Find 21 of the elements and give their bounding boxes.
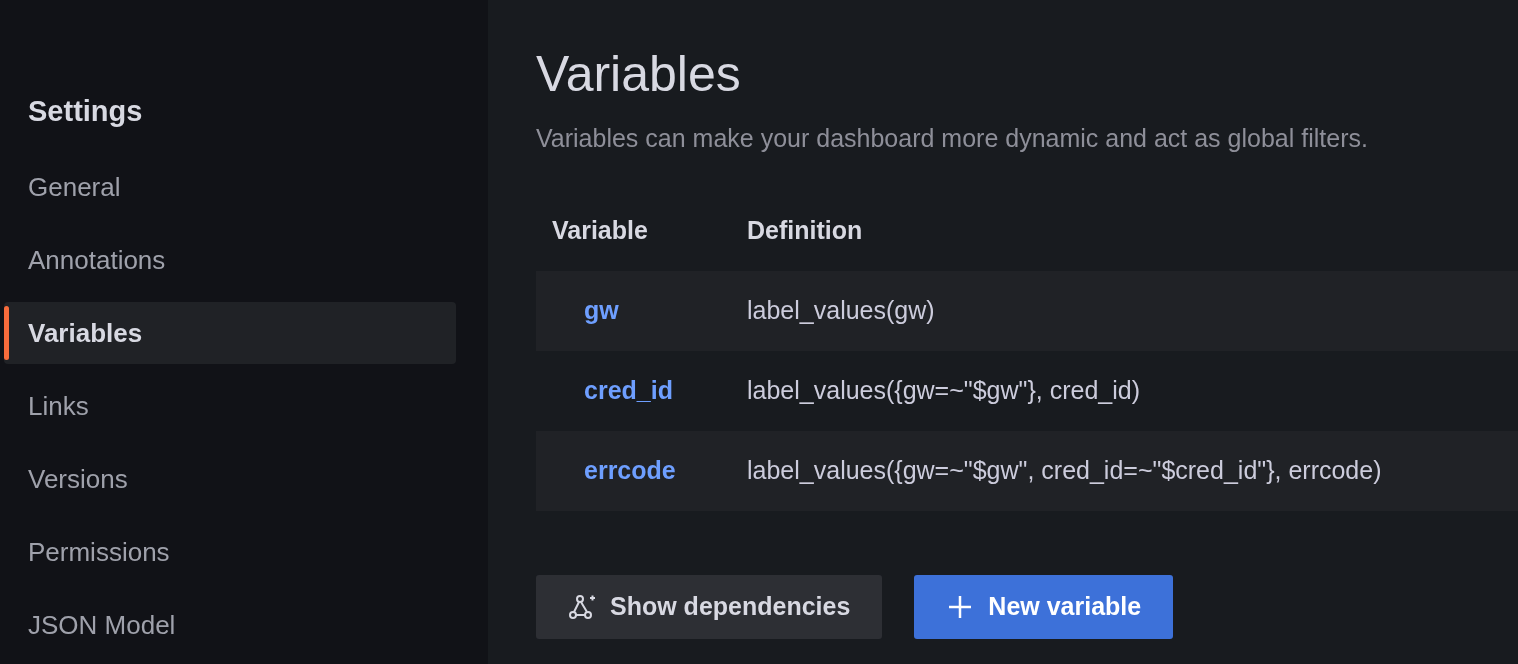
variable-link[interactable]: errcode	[552, 452, 747, 490]
table-cell-text: label_values({gw=~"$gw", cred_id=~"$cred_id"}, errcode)	[747, 455, 1382, 487]
variable-link[interactable]: gw	[552, 292, 747, 330]
variable-link[interactable]: cred_id	[552, 372, 747, 410]
page-title: Variables	[536, 45, 742, 104]
table-cell-text: label_values({gw=~"$gw"}, cred_id)	[747, 375, 1140, 407]
sidebar-item[interactable]: Versions	[4, 448, 456, 510]
new-variable-button[interactable]: New variable	[914, 575, 1174, 639]
sidebar-item[interactable]: Variables	[4, 302, 456, 364]
sidebar-item[interactable]: JSON Model	[4, 594, 456, 656]
show-dependencies-button[interactable]: Show dependencies	[536, 575, 883, 639]
table-cell-text: label_values(gw)	[747, 295, 935, 327]
sidebar-item[interactable]: Annotations	[4, 229, 456, 291]
sidebar-item[interactable]: Links	[4, 375, 456, 437]
column-header: Definition	[747, 214, 863, 246]
graph-icon	[568, 593, 596, 621]
column-header: Variable	[552, 214, 649, 246]
page-subtitle: Variables can make your dashboard more dynamic and act as global filters.	[536, 123, 1369, 154]
sidebar-item[interactable]: Permissions	[4, 521, 456, 583]
sidebar-title: Settings	[27, 94, 144, 129]
sidebar-item[interactable]: General	[4, 156, 456, 218]
